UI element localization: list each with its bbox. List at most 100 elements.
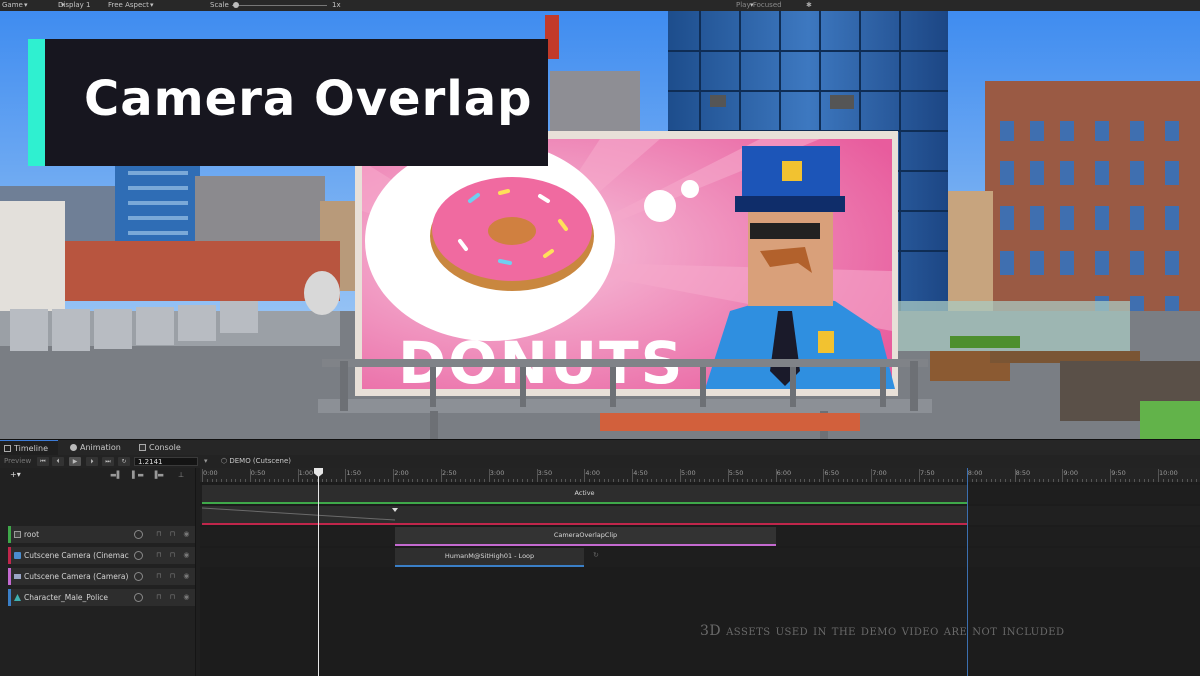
ruler-minor-tick xyxy=(230,479,232,482)
ruler-tick-label: 2:00 xyxy=(394,469,409,477)
object-picker-icon[interactable] xyxy=(134,530,143,539)
ruler-minor-tick xyxy=(813,479,815,482)
track-header-camera[interactable]: Cutscene Camera (Camera) ⊓ ⊓ ◉ ⋮ xyxy=(8,568,195,585)
ruler-minor-tick xyxy=(469,479,471,482)
tab-animation[interactable]: Animation xyxy=(66,440,121,455)
preview-toggle[interactable]: Preview xyxy=(4,455,31,468)
loop-marker-icon: ↻ xyxy=(593,551,599,559)
play-mode-dropdown[interactable]: Play Focused ▾ xyxy=(736,0,782,11)
playhead-lock-icon[interactable]: ⊥ xyxy=(178,468,184,482)
ruler-minor-tick xyxy=(321,479,323,482)
current-time-field[interactable]: 1.2141 xyxy=(134,457,198,466)
scale-label: Scale xyxy=(210,1,229,9)
track-header-root[interactable]: root ⊓ ⊓ ◉ ⋮ xyxy=(8,526,195,543)
timeline-asset-selector[interactable]: ⬡ DEMO (Cutscene) xyxy=(221,455,291,468)
ruler-minor-tick xyxy=(402,479,404,482)
ruler-minor-tick xyxy=(1081,479,1083,482)
ruler-minor-tick xyxy=(985,479,987,482)
ruler-minor-tick xyxy=(378,479,380,482)
ruler-minor-tick xyxy=(565,479,567,482)
add-track-button[interactable]: +▾ xyxy=(10,468,21,482)
animation-clip[interactable]: HumanM@SitHigh01 - Loop xyxy=(395,548,584,567)
ruler-minor-tick xyxy=(933,479,935,482)
settings-gear-icon[interactable]: ✱ xyxy=(806,0,812,11)
ruler-minor-tick xyxy=(546,479,548,482)
scale-slider[interactable] xyxy=(232,5,327,6)
lane-root: Active xyxy=(200,485,1200,504)
ruler-minor-tick xyxy=(665,479,667,482)
track-label: Cutscene Camera (Camera) xyxy=(24,572,129,581)
view-dropdown[interactable]: Game ▾ xyxy=(2,0,28,11)
tab-timeline[interactable]: Timeline xyxy=(0,440,58,455)
ruler-minor-tick xyxy=(1091,479,1093,482)
ruler-minor-tick xyxy=(866,479,868,482)
ruler-minor-tick xyxy=(1124,479,1126,482)
loop-icon[interactable]: ↻ xyxy=(118,457,130,466)
ruler-minor-tick xyxy=(503,479,505,482)
track-header-character[interactable]: Character_Male_Police ⊓ ⊓ ◉ ⋮ xyxy=(8,589,195,606)
ruler-minor-tick xyxy=(818,479,820,482)
object-picker-icon[interactable] xyxy=(134,572,143,581)
ruler-tick-label: 10:00 xyxy=(1159,469,1178,477)
ruler-minor-tick xyxy=(369,479,371,482)
ruler-minor-tick xyxy=(311,479,313,482)
ruler-tick-label: 8:00 xyxy=(967,469,983,477)
asset-dropdown-chevron-icon[interactable]: ▾ xyxy=(204,455,208,468)
ruler-minor-tick xyxy=(493,479,495,482)
ruler-minor-tick xyxy=(746,479,748,482)
ruler-minor-tick xyxy=(1162,479,1164,482)
ruler-major-tick xyxy=(441,469,442,482)
track-header-cinemachine[interactable]: Cutscene Camera (Cinemac ⊓ ⊓ ◉ ⋮ xyxy=(8,547,195,564)
time-ruler[interactable]: 0:00 0:50 1:00 1:50 2:00 2:50 3:00 3:50 4:00 4:50… xyxy=(200,468,1200,482)
ruler-minor-tick xyxy=(450,479,452,482)
playhead[interactable] xyxy=(318,468,319,676)
track-controls[interactable]: ⊓ ⊓ ◉ ⋮ xyxy=(156,568,195,585)
active-clip[interactable]: Active xyxy=(202,485,967,504)
ruler-tick-label: 1:00 xyxy=(298,469,314,477)
ruler-minor-tick xyxy=(708,479,710,482)
play-icon[interactable]: ▶ xyxy=(69,457,81,466)
ruler-tick-label: 1:50 xyxy=(346,469,361,477)
ruler-major-tick xyxy=(632,469,634,482)
ruler-minor-tick xyxy=(254,479,256,482)
aspect-dropdown[interactable]: Free Aspect ▾ xyxy=(108,0,154,11)
tab-console[interactable]: Console xyxy=(135,440,181,455)
previous-frame-icon[interactable]: ⏴ xyxy=(52,457,64,466)
ruler-minor-tick xyxy=(1048,479,1050,482)
track-controls[interactable]: ⊓ ⊓ ◉ ⋮ xyxy=(156,526,195,543)
ruler-minor-tick xyxy=(1043,479,1045,482)
ruler-minor-tick xyxy=(646,479,648,482)
ruler-tick-label: 0:50 xyxy=(250,469,266,477)
lane-cinemachine xyxy=(200,506,1200,525)
ruler-minor-tick xyxy=(359,479,361,482)
camera-overlap-clip[interactable]: CameraOverlapClip xyxy=(395,527,776,546)
snap-icon[interactable]: ▬▌ xyxy=(110,468,122,482)
ruler-minor-tick xyxy=(699,479,701,482)
next-frame-icon[interactable]: ⏵ xyxy=(86,457,98,466)
ruler-minor-tick xyxy=(861,479,863,482)
track-controls[interactable]: ⊓ ⊓ ◉ ⋮ xyxy=(156,547,195,564)
object-picker-icon[interactable] xyxy=(134,593,143,602)
ruler-minor-tick xyxy=(259,479,261,482)
display-dropdown[interactable]: Display 1 ▾ xyxy=(58,0,90,11)
ruler-tick-label: 9:50 xyxy=(1111,469,1126,477)
check-icon[interactable] xyxy=(14,531,21,538)
scale-slider-handle[interactable] xyxy=(233,2,239,8)
ruler-minor-tick xyxy=(436,479,438,482)
go-to-end-icon[interactable]: ⏭ xyxy=(102,457,114,466)
mixed-icon[interactable]: ▐▬ xyxy=(152,468,164,482)
timeline-end-marker xyxy=(967,468,968,676)
ripple-icon[interactable]: ▌▬ xyxy=(132,468,144,482)
ruler-minor-tick xyxy=(923,479,925,482)
active-clip-label: Active xyxy=(574,489,595,497)
ruler-minor-tick xyxy=(684,479,686,482)
ruler-minor-tick xyxy=(598,479,600,482)
track-controls[interactable]: ⊓ ⊓ ◉ ⋮ xyxy=(156,589,195,606)
object-picker-icon[interactable] xyxy=(134,551,143,560)
ruler-minor-tick xyxy=(1019,479,1021,482)
ruler-minor-tick xyxy=(560,479,562,482)
go-to-start-icon[interactable]: ⏮ xyxy=(37,457,49,466)
ruler-minor-tick xyxy=(426,479,428,482)
cinemachine-icon xyxy=(14,552,21,559)
ruler-minor-tick xyxy=(742,479,744,482)
